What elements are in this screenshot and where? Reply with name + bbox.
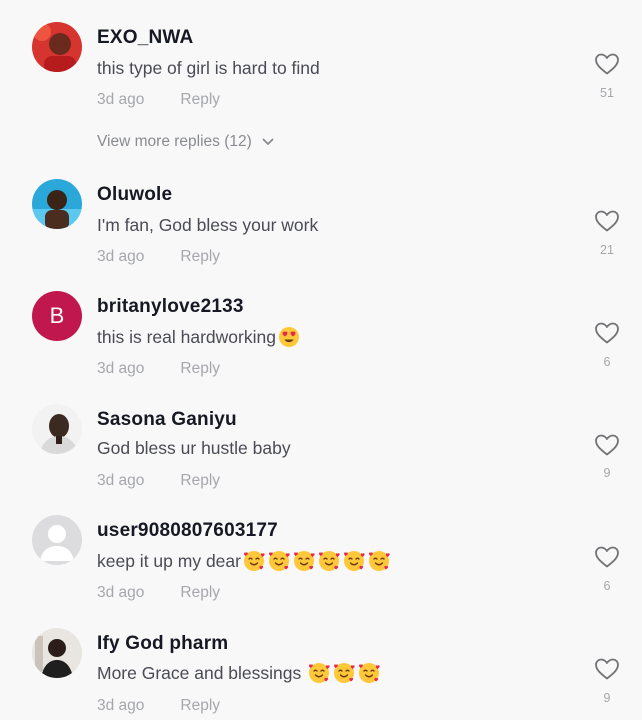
timestamp: 3d ago [97,697,145,714]
comment-text-body: keep it up my dear [97,550,241,571]
heart-icon[interactable] [594,321,620,345]
heart-icon[interactable] [594,657,620,681]
reply-button[interactable]: Reply [180,584,220,601]
like-count: 9 [603,691,611,705]
heart-icon[interactable] [594,52,620,76]
timestamp: 3d ago [97,248,145,265]
comment-meta: 3d ago Reply [97,472,220,490]
avatar[interactable] [32,515,82,565]
like-count: 6 [603,579,611,593]
reply-button[interactable]: Reply [180,91,220,108]
username[interactable]: EXO_NWA [97,27,193,49]
like-count: 21 [600,243,614,257]
reply-button[interactable]: Reply [180,248,220,265]
username[interactable]: britanylove2133 [97,296,244,318]
heart-icon[interactable] [594,209,620,233]
smiling-face-with-hearts-emoji [359,663,380,683]
comment-text: this type of girl is hard to find [97,58,320,78]
chevron-down-icon [262,138,274,145]
comment-text: keep it up my dear [97,549,391,573]
username[interactable]: user9080807603177 [97,520,278,542]
like-count: 9 [603,466,611,480]
avatar[interactable] [32,404,82,454]
reply-button[interactable]: Reply [180,697,220,714]
smiling-face-with-hearts-emoji [334,663,355,683]
smiling-face-with-hearts-emoji [343,551,365,571]
view-more-label: View more replies (12) [97,133,252,150]
timestamp: 3d ago [97,91,145,108]
username[interactable]: Sasona Ganiyu [97,409,237,431]
comment-meta: 3d ago Reply [97,360,220,378]
comment-text-body: More Grace and blessings [97,662,307,683]
comment-meta: 3d ago Reply [97,248,220,266]
comment-text: this is real hardworking [97,325,301,349]
smiling-face-with-hearts-emoji [318,551,340,571]
comment-text: I'm fan, God bless your work [97,215,319,235]
comment-text: More Grace and blessings [97,661,381,685]
timestamp: 3d ago [97,584,145,601]
smiling-face-with-hearts-emoji [293,551,315,571]
emoji-row [276,325,301,349]
view-more-replies-button[interactable]: View more replies (12) [97,133,274,151]
comment-meta: 3d ago Reply [97,91,220,109]
avatar[interactable]: B [32,291,82,341]
avatar[interactable] [32,22,82,72]
emoji-row [241,549,391,573]
username[interactable]: Oluwole [97,184,172,206]
heart-eyes-emoji [278,327,299,347]
comment-text: God bless ur hustle baby [97,438,291,458]
smiling-face-with-hearts-emoji [243,551,265,571]
comment-meta: 3d ago Reply [97,697,220,715]
username[interactable]: Ify God pharm [97,633,228,655]
avatar[interactable] [32,628,82,678]
like-count: 51 [600,86,614,100]
smiling-face-with-hearts-emoji [268,551,290,571]
reply-button[interactable]: Reply [180,472,220,489]
like-count: 6 [603,355,611,369]
timestamp: 3d ago [97,360,145,377]
heart-icon[interactable] [594,545,620,569]
avatar[interactable] [32,179,82,229]
comment-text-body: this is real hardworking [97,326,276,347]
emoji-row [306,661,381,685]
reply-button[interactable]: Reply [180,360,220,377]
timestamp: 3d ago [97,472,145,489]
heart-icon[interactable] [594,433,620,457]
smiling-face-with-hearts-emoji [368,551,390,571]
smiling-face-with-hearts-emoji [309,663,330,683]
avatar-letter: B [49,303,65,328]
comment-meta: 3d ago Reply [97,584,220,602]
